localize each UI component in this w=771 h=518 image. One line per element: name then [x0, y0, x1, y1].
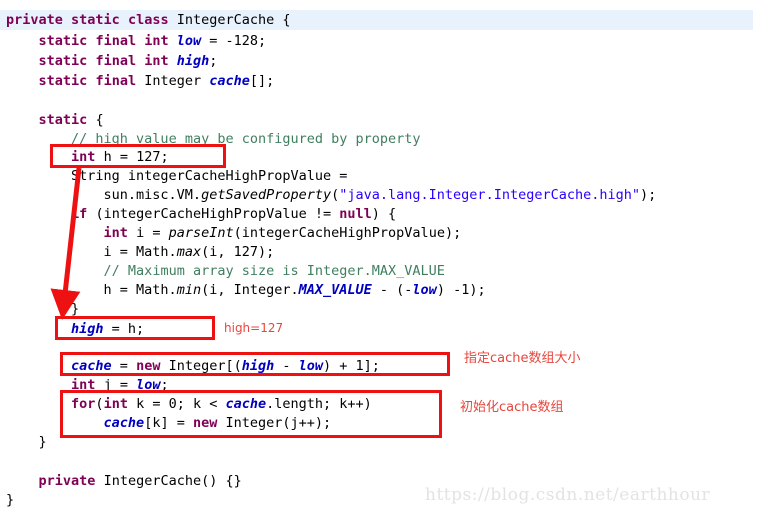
code-line-22[interactable]: }	[6, 432, 47, 452]
code-line-24[interactable]: private IntegerCache() {}	[6, 471, 242, 491]
code-line-19[interactable]: int j = low;	[6, 375, 169, 395]
code-line-15[interactable]: }	[6, 299, 79, 319]
code-line-20[interactable]: for(int k = 0; k < cache.length; k++)	[6, 394, 372, 414]
code-line-8[interactable]: String integerCacheHighPropValue =	[6, 166, 347, 186]
code-line-14[interactable]: h = Math.min(i, Integer.MAX_VALUE - (-lo…	[6, 280, 486, 300]
code-line-10[interactable]: if (integerCacheHighPropValue != null) {	[6, 204, 396, 224]
code-line-18[interactable]: cache = new Integer[(high - low) + 1];	[6, 356, 380, 376]
code-line-7[interactable]: int h = 127;	[6, 147, 169, 167]
code-line-1[interactable]: static final int low = -128;	[6, 31, 267, 51]
code-line-9[interactable]: sun.misc.VM.getSavedProperty("java.lang.…	[6, 185, 657, 205]
watermark-text: https://blog.csdn.net/earthhour	[425, 485, 711, 505]
code-editor-area[interactable]: private static class IntegerCache { stat…	[0, 0, 771, 518]
code-line-25[interactable]: }	[6, 490, 14, 510]
code-line-13[interactable]: // Maximum array size is Integer.MAX_VAL…	[6, 261, 445, 281]
code-line-16[interactable]: high = h;	[6, 319, 144, 339]
code-line-12[interactable]: i = Math.max(i, 127);	[6, 242, 275, 262]
code-line-0[interactable]: private static class IntegerCache {	[6, 10, 291, 30]
code-line-3[interactable]: static final Integer cache[];	[6, 71, 275, 91]
code-line-11[interactable]: int i = parseInt(integerCacheHighPropVal…	[6, 223, 462, 243]
code-line-6[interactable]: // high value may be configured by prope…	[6, 129, 421, 149]
code-line-5[interactable]: static {	[6, 110, 104, 130]
code-line-21[interactable]: cache[k] = new Integer(j++);	[6, 413, 332, 433]
code-line-2[interactable]: static final int high;	[6, 51, 218, 71]
